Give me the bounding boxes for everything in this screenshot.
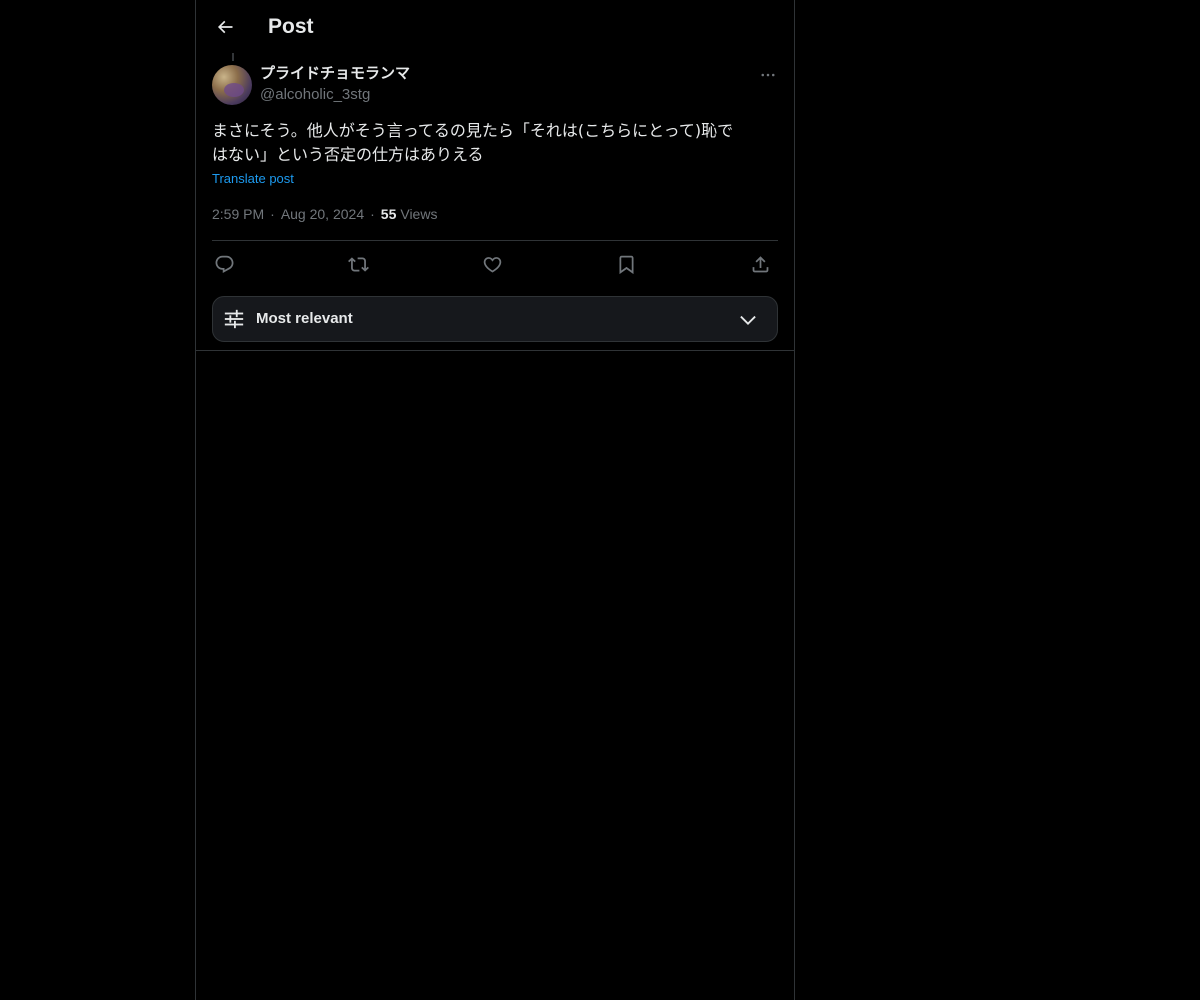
- share-button[interactable]: [748, 252, 772, 276]
- post-text: まさにそう。他人がそう言ってるの見たら「それは(こちらにとって)恥で はない」と…: [212, 121, 734, 164]
- action-bar: [212, 252, 778, 276]
- bookmark-button[interactable]: [614, 252, 638, 276]
- page-title: Post: [268, 15, 314, 38]
- more-options-button[interactable]: [754, 63, 782, 87]
- thread-connector: [232, 53, 234, 61]
- like-icon: [483, 256, 501, 273]
- arrow-left-icon: [217, 20, 233, 34]
- post-time[interactable]: 2:59 PM: [212, 204, 264, 224]
- chevron-down-icon: [740, 315, 756, 325]
- bookmark-icon: [619, 255, 633, 274]
- author-handle[interactable]: @alcoholic_3stg: [260, 85, 370, 105]
- like-button[interactable]: [480, 252, 504, 276]
- reply-icon: [215, 255, 233, 273]
- sliders-icon: [224, 309, 244, 329]
- post-date[interactable]: Aug 20, 2024: [281, 204, 364, 224]
- sort-label: Most relevant: [256, 310, 353, 327]
- repost-icon: [347, 256, 369, 272]
- repost-button[interactable]: [346, 252, 370, 276]
- main-column: Post プライドチョモランマ @alcoholic_3stg まさにそう。他人…: [195, 0, 795, 1000]
- section-divider: [196, 350, 794, 351]
- more-horizontal-icon: [761, 73, 775, 77]
- translate-post-link[interactable]: Translate post: [212, 170, 294, 188]
- header: Post: [196, 0, 794, 53]
- divider: [212, 240, 778, 241]
- meta-separator: ·: [270, 206, 275, 222]
- post-meta: 2:59 PM · Aug 20, 2024 · 55 Views: [212, 204, 437, 224]
- author-display-name[interactable]: プライドチョモランマ: [260, 64, 410, 84]
- avatar[interactable]: [212, 65, 252, 105]
- share-icon: [752, 255, 768, 272]
- meta-separator: ·: [370, 206, 375, 222]
- back-button[interactable]: [208, 10, 242, 44]
- views-count: 55: [380, 206, 397, 222]
- reply-button[interactable]: [212, 252, 236, 276]
- views-label: Views: [400, 206, 438, 222]
- sort-replies-dropdown[interactable]: Most relevant: [212, 296, 778, 342]
